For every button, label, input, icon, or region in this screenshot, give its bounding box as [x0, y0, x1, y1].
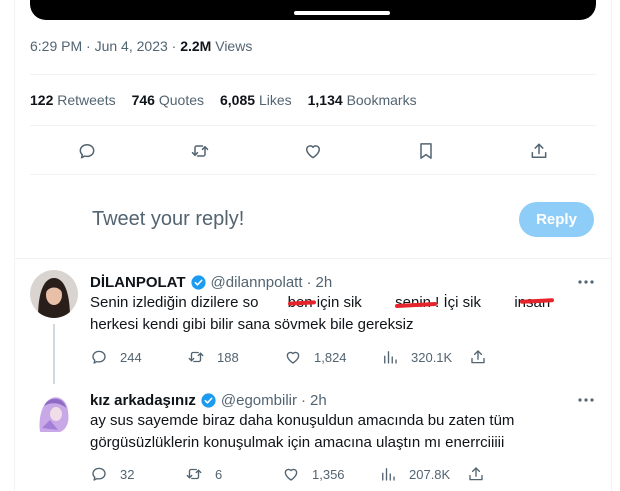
reply-action-bar: 244 188 1,824 320.1K: [90, 347, 499, 367]
reply-count-button[interactable]: [90, 347, 120, 367]
like-count: 1,356: [312, 466, 345, 482]
views-chart-icon: [384, 351, 397, 364]
tweet-time[interactable]: 6:29 PM: [30, 38, 82, 54]
avatar[interactable]: [30, 270, 78, 318]
likes-label: Likes: [258, 92, 292, 108]
column-border-left: [14, 0, 15, 491]
share-icon: [531, 143, 547, 158]
reply-count-button[interactable]: [90, 464, 120, 484]
retweet-button[interactable]: [185, 136, 215, 166]
like-count: 1,824: [314, 349, 347, 365]
bookmark-button[interactable]: [411, 136, 441, 166]
retweets-label: Retweets: [57, 92, 116, 108]
views-label: Views: [215, 38, 253, 54]
divider: [14, 258, 611, 259]
likes-count: 6,085: [220, 92, 256, 108]
separator-dot: ·: [306, 274, 312, 291]
share-button[interactable]: [469, 347, 499, 367]
reply-text-line: Senin izlediğin dizilere so ben için sik…: [90, 294, 551, 311]
bookmarks-count: 1,134: [307, 92, 343, 108]
views-count: 320.1K: [411, 349, 453, 365]
reply-header: kız arkadaşınız @egombilir · 2h: [90, 392, 327, 409]
retweet-count-button[interactable]: [187, 347, 217, 367]
retweet-icon: [191, 145, 209, 157]
reply-icon: [92, 467, 106, 481]
user-avatar-icon: [30, 388, 78, 436]
tweet-timestamp: 6:29 PM · Jun 4, 2023 · 2.2M Views: [30, 38, 252, 54]
reply-action-bar: 32 6 1,356 207.8K: [90, 464, 497, 484]
share-button[interactable]: [467, 464, 497, 484]
display-name[interactable]: kız arkadaşınız: [90, 392, 196, 409]
views-chart-icon: [382, 468, 395, 481]
more-dots-icon: [578, 280, 594, 284]
retweet-count: 6: [215, 466, 223, 482]
reply-button[interactable]: [72, 136, 102, 166]
divider: [30, 74, 596, 75]
reply-time[interactable]: 2h: [310, 392, 327, 409]
thread-line: [53, 324, 55, 384]
tweet-media[interactable]: [30, 0, 596, 20]
tweet-actions: [30, 136, 596, 166]
heart-icon: [286, 351, 300, 364]
separator-dot: ·: [300, 392, 306, 409]
more-options-button[interactable]: [576, 272, 596, 292]
reply-text-line: herkesi kendi gibi bilir sana sövmek bil…: [90, 316, 414, 333]
separator-dot: ·: [86, 38, 95, 54]
quotes-label: Quotes: [158, 92, 204, 108]
reply-tweet[interactable]: kız arkadaşınız @egombilir · 2h ay sus s…: [30, 388, 596, 491]
reply-icon: [79, 144, 95, 159]
share-button[interactable]: [524, 136, 554, 166]
share-icon: [471, 350, 485, 364]
retweets-stat[interactable]: 122 Retweets: [30, 92, 116, 108]
user-avatar-icon: [30, 270, 78, 318]
reply-time[interactable]: 2h: [316, 274, 333, 291]
retweet-icon: [186, 468, 202, 480]
reply-submit-button[interactable]: Reply: [519, 202, 594, 237]
more-options-button[interactable]: [576, 390, 596, 410]
like-button[interactable]: [298, 136, 328, 166]
share-icon: [469, 467, 483, 481]
more-dots-icon: [578, 398, 594, 402]
display-name[interactable]: DİLANPOLAT: [90, 274, 186, 291]
retweet-count: 188: [217, 349, 239, 365]
bookmarks-label: Bookmarks: [346, 92, 417, 108]
tweet-date[interactable]: Jun 4, 2023: [95, 38, 168, 54]
bookmark-icon: [420, 143, 432, 159]
retweet-icon: [188, 351, 204, 363]
views-count-button[interactable]: [379, 464, 409, 484]
retweet-count-button[interactable]: [185, 464, 215, 484]
video-progress-bar[interactable]: [294, 11, 390, 15]
reply-text-line: ay sus sayemde biraz daha konuşuldun ama…: [90, 412, 515, 429]
views-count: 2.2M: [180, 38, 212, 54]
quotes-count: 746: [131, 92, 155, 108]
views-count: 207.8K: [409, 466, 451, 482]
quotes-stat[interactable]: 746 Quotes: [132, 92, 204, 108]
reply-count: 32: [120, 466, 135, 482]
divider: [30, 174, 596, 175]
reply-count: 244: [120, 349, 142, 365]
reply-header: DİLANPOLAT @dilannpolatt · 2h: [90, 274, 332, 291]
heart-icon: [284, 468, 298, 481]
reply-icon: [92, 350, 106, 364]
verified-badge-icon: [201, 393, 216, 408]
likes-stat[interactable]: 6,085 Likes: [220, 92, 292, 108]
divider: [30, 125, 596, 126]
username[interactable]: @egombilir: [221, 392, 297, 409]
reply-text-line: görgüsüzlüklerin konuşulmak için amacına…: [90, 434, 505, 451]
username[interactable]: @dilannpolatt: [211, 274, 303, 291]
separator-dot: ·: [171, 38, 181, 54]
bookmarks-stat[interactable]: 1,134 Bookmarks: [308, 92, 417, 108]
heart-icon: [306, 145, 320, 159]
avatar[interactable]: [30, 388, 78, 436]
views-count-button[interactable]: [381, 347, 411, 367]
like-count-button[interactable]: [284, 347, 314, 367]
reply-tweet[interactable]: DİLANPOLAT @dilannpolatt · 2h Senin izle…: [30, 270, 596, 384]
like-count-button[interactable]: [282, 464, 312, 484]
reply-composer-input[interactable]: Tweet your reply!: [92, 208, 244, 231]
verified-badge-icon: [190, 275, 206, 290]
retweets-count: 122: [30, 92, 54, 108]
column-border-right: [611, 0, 612, 491]
tweet-stats: 122 Retweets 746 Quotes 6,085 Likes 1,13…: [30, 92, 417, 108]
